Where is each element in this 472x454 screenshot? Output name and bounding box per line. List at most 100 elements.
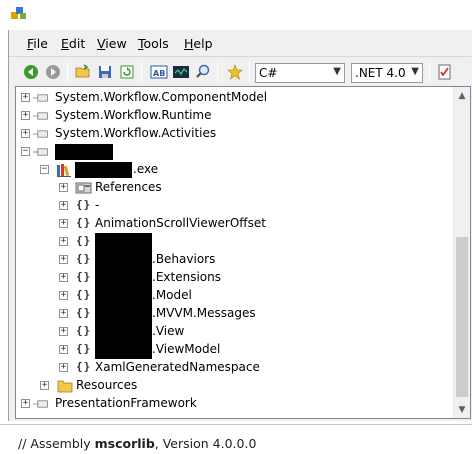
language-select[interactable]: C# ▼: [255, 63, 345, 83]
refresh-icon: [120, 65, 134, 79]
namespace-icon: {}: [76, 342, 92, 355]
save-button[interactable]: [95, 62, 115, 82]
tree-node[interactable]: + System.Workflow.Runtime: [16, 107, 456, 125]
references-icon: [75, 182, 92, 194]
expand-icon[interactable]: +: [59, 291, 68, 300]
redacted-text: [55, 144, 113, 160]
assembly-icon: [33, 112, 48, 120]
tree-node-namespace[interactable]: + {} .Behaviors: [16, 251, 456, 269]
folder-icon: [57, 380, 73, 393]
menu-bar: File Edit View Tools Help: [9, 32, 471, 56]
decompiled-code-view[interactable]: // Assembly mscorlib, Version 4.0.0.0: [0, 424, 472, 454]
assembly-icon: [33, 94, 48, 102]
title-bar: [0, 0, 472, 30]
scroll-down-icon[interactable]: ▼: [454, 401, 470, 418]
redacted-text: [95, 305, 152, 323]
back-arrow-icon: [24, 65, 38, 79]
scrollbar-thumb[interactable]: [456, 237, 468, 397]
expand-icon[interactable]: +: [21, 111, 30, 120]
menu-edit[interactable]: Edit: [61, 36, 85, 51]
expand-icon[interactable]: +: [21, 399, 30, 408]
show-internal-button[interactable]: AB: [149, 62, 169, 82]
redacted-text: [75, 162, 132, 178]
namespace-icon: {}: [76, 234, 92, 247]
namespace-icon: {}: [76, 270, 92, 283]
namespace-icon: {}: [76, 216, 92, 229]
redacted-text: [95, 341, 152, 359]
namespace-icon: {}: [76, 198, 92, 211]
namespace-icon: {}: [76, 360, 92, 373]
menu-view[interactable]: View: [97, 36, 127, 51]
toolbar-separator: [217, 62, 218, 82]
tree-node-namespace[interactable]: + {} -: [16, 197, 456, 215]
options-button[interactable]: [435, 62, 455, 82]
expand-icon[interactable]: +: [21, 129, 30, 138]
expand-icon[interactable]: +: [59, 237, 68, 246]
tree-node-namespace[interactable]: + {} AnimationScrollViewerOffset: [16, 215, 456, 233]
redacted-text: [95, 251, 152, 269]
scroll-up-icon[interactable]: ▲: [454, 87, 470, 104]
menu-tools[interactable]: Tools: [138, 36, 169, 51]
assembly-icon: [33, 148, 48, 156]
redacted-text: [95, 233, 152, 251]
toolbar-separator: [249, 62, 250, 82]
vertical-scrollbar[interactable]: ▲ ▼: [453, 87, 470, 418]
redacted-text: [95, 323, 152, 341]
collapse-icon[interactable]: −: [21, 147, 30, 156]
expand-icon[interactable]: +: [59, 327, 68, 336]
tree-node-namespace[interactable]: + {} .MVVM.Messages: [16, 305, 456, 323]
namespace-icon: {}: [76, 306, 92, 319]
tree-node[interactable]: + PresentationFramework: [16, 395, 456, 413]
tree-node-references[interactable]: + References: [16, 179, 456, 197]
search-button[interactable]: [193, 62, 213, 82]
tree-node-namespace[interactable]: + {} .ViewModel: [16, 341, 456, 359]
forward-button[interactable]: [43, 62, 63, 82]
text-view-icon: AB: [150, 65, 168, 79]
expand-icon[interactable]: +: [59, 219, 68, 228]
assembly-icon: [33, 400, 48, 408]
menu-help[interactable]: Help: [184, 36, 213, 51]
framework-select[interactable]: .NET 4.0 ▼: [351, 63, 423, 83]
tree-node-resources[interactable]: + Resources: [16, 377, 456, 395]
expand-icon[interactable]: +: [59, 345, 68, 354]
refresh-button[interactable]: [117, 62, 137, 82]
tree-node-namespace[interactable]: + {}: [16, 233, 456, 251]
menu-file[interactable]: File: [27, 36, 48, 51]
toolbar-separator: [67, 62, 68, 82]
library-icon: [57, 164, 71, 177]
main-frame: File Edit View Tools Help AB C# ▼ .NET 4…: [8, 30, 472, 421]
search-icon: [196, 64, 210, 78]
expand-icon[interactable]: +: [59, 363, 68, 372]
tree-node-redacted-assembly[interactable]: −: [16, 143, 456, 161]
expand-icon[interactable]: +: [59, 309, 68, 318]
tree-node-namespace[interactable]: + {} .View: [16, 323, 456, 341]
tree-node[interactable]: + System.Workflow.ComponentModel: [16, 89, 456, 107]
toolbar-separator: [141, 62, 142, 82]
expand-icon[interactable]: +: [21, 93, 30, 102]
chevron-down-icon: ▼: [333, 66, 341, 77]
open-button[interactable]: [73, 62, 93, 82]
back-button[interactable]: [21, 62, 41, 82]
tree-node[interactable]: + System.Workflow.Activities: [16, 125, 456, 143]
svg-text:AB: AB: [153, 69, 165, 78]
expand-icon[interactable]: +: [59, 255, 68, 264]
tree-node-namespace[interactable]: + {} XamlGeneratedNamespace: [16, 359, 456, 377]
expand-icon[interactable]: +: [59, 183, 68, 192]
tree-node-module[interactable]: − .exe: [16, 161, 456, 179]
forward-arrow-icon: [46, 65, 60, 79]
assembly-icon: [33, 130, 48, 138]
expand-icon[interactable]: +: [59, 273, 68, 282]
expand-icon[interactable]: +: [40, 381, 49, 390]
star-icon: [227, 64, 243, 80]
tree-node-namespace[interactable]: + {} .Extensions: [16, 269, 456, 287]
favorite-button[interactable]: [225, 62, 245, 82]
toolbar-separator: [429, 62, 430, 82]
collapse-icon[interactable]: −: [40, 165, 49, 174]
expand-icon[interactable]: +: [59, 201, 68, 210]
tree-node-namespace[interactable]: + {} .Model: [16, 287, 456, 305]
il-view-button[interactable]: [171, 62, 191, 82]
open-folder-icon: [75, 64, 90, 78]
chevron-down-icon: ▼: [411, 66, 419, 77]
assembly-tree[interactable]: + System.Workflow.ComponentModel + Syste…: [15, 86, 471, 419]
redacted-text: [95, 287, 152, 305]
